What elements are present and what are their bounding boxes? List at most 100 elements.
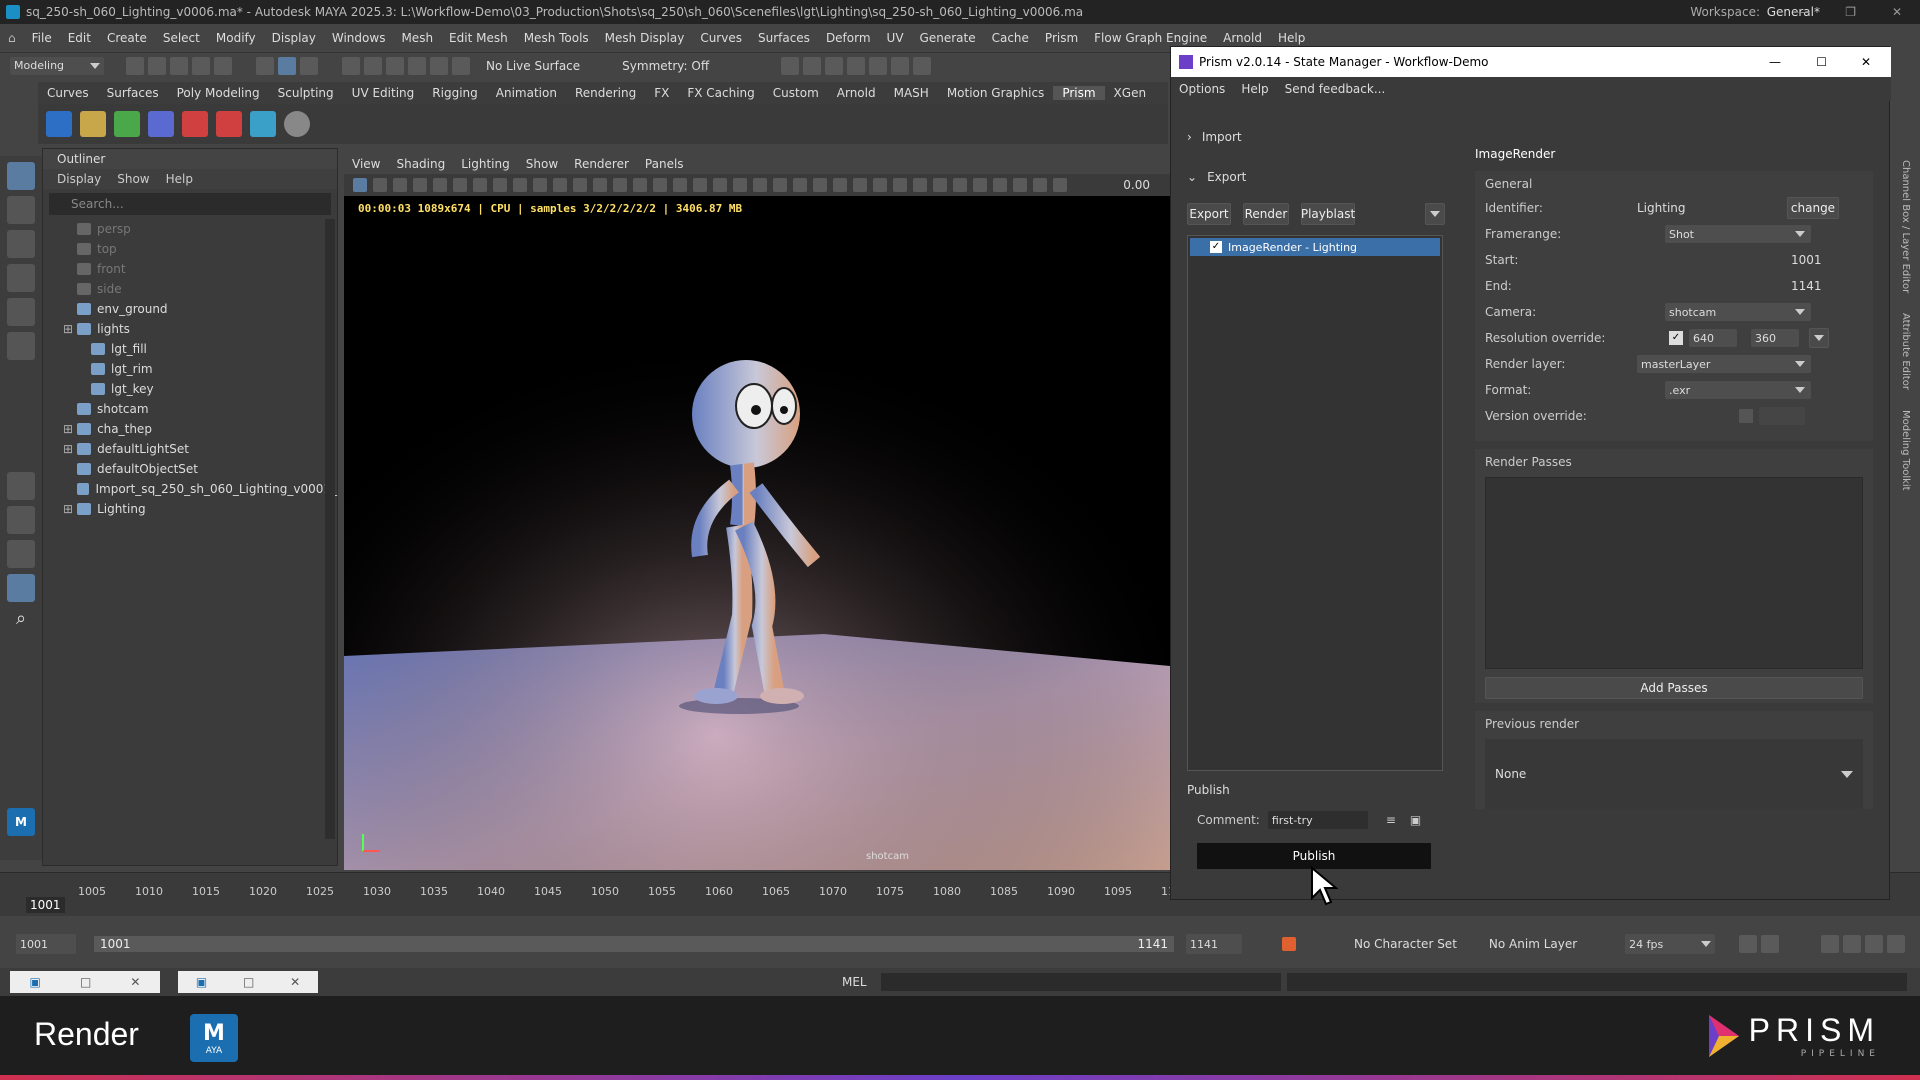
viewport-tool-icon[interactable]	[953, 178, 967, 192]
comment-input[interactable]: first-try	[1267, 811, 1368, 829]
paint-select-icon[interactable]	[7, 230, 35, 258]
render-settings-icon[interactable]	[781, 56, 800, 75]
viewport-tool-icon[interactable]	[613, 178, 627, 192]
viewport-tool-icon[interactable]	[493, 178, 507, 192]
ipr-render-icon[interactable]	[825, 56, 844, 75]
menu-item[interactable]: Flow Graph Engine	[1094, 31, 1207, 45]
workspace-value[interactable]: General*	[1767, 5, 1820, 19]
expand-icon[interactable]: ⊞	[63, 442, 73, 456]
mel-label[interactable]: MEL	[842, 975, 867, 989]
viewport-tool-icon[interactable]	[593, 178, 607, 192]
viewport-tool-icon[interactable]	[393, 178, 407, 192]
home-icon[interactable]: ⌂	[8, 31, 16, 45]
menu-item[interactable]: File	[32, 31, 52, 45]
shelf-tab[interactable]: FX Caching	[678, 86, 763, 100]
viewport-tool-icon[interactable]	[713, 178, 727, 192]
move-tool-icon[interactable]	[7, 264, 35, 292]
prism-settings-icon[interactable]	[284, 111, 310, 137]
menu-item[interactable]: UV	[887, 31, 904, 45]
layout-outliner-icon[interactable]	[7, 574, 35, 602]
outliner-item[interactable]: ⊞ Lighting	[43, 499, 337, 519]
range-start-field[interactable]: 1001	[16, 934, 76, 954]
prism-import-icon[interactable]	[148, 111, 174, 137]
prism-save-icon[interactable]	[46, 111, 72, 137]
menu-item[interactable]: Cache	[992, 31, 1029, 45]
viewport-tool-icon[interactable]	[1013, 178, 1027, 192]
character-set[interactable]: No Character Set	[1354, 937, 1457, 951]
viewport-tool-icon[interactable]	[973, 178, 987, 192]
outliner-menu-item[interactable]: Show	[117, 172, 149, 186]
menu-item[interactable]: Deform	[826, 31, 871, 45]
shelf-tab[interactable]: Prism	[1053, 86, 1105, 100]
menu-item[interactable]: Arnold	[1223, 31, 1262, 45]
close-icon[interactable]: ✕	[130, 975, 140, 989]
rotate-tool-icon[interactable]	[7, 298, 35, 326]
import-section[interactable]: › Import	[1187, 125, 1447, 149]
viewport-tool-icon[interactable]	[453, 178, 467, 192]
select-object-icon[interactable]	[278, 56, 296, 75]
viewport-tool-icon[interactable]	[573, 178, 587, 192]
fps-select[interactable]: 24 fps	[1625, 934, 1716, 954]
restore-icon[interactable]: □	[243, 975, 254, 989]
pause-icon[interactable]	[913, 56, 932, 75]
outliner-item[interactable]: ⊞ defaultLightSet	[43, 439, 337, 459]
layout-two-icon[interactable]	[7, 540, 35, 568]
menu-item[interactable]: Create	[107, 31, 147, 45]
viewport-tool-icon[interactable]	[653, 178, 667, 192]
anim-layer[interactable]: No Anim Layer	[1489, 937, 1577, 951]
playback-speed-icon[interactable]	[1843, 935, 1862, 953]
version-override-checkbox[interactable]	[1739, 409, 1753, 423]
menu-item[interactable]: Mesh	[401, 31, 433, 45]
snap-point-icon[interactable]	[386, 56, 404, 75]
open-scene-icon[interactable]	[148, 56, 166, 75]
scale-tool-icon[interactable]	[7, 332, 35, 360]
outliner-item[interactable]: front	[43, 259, 337, 279]
hypershade-icon[interactable]	[869, 56, 888, 75]
minimized-window-2[interactable]: ▣ □ ✕	[178, 971, 318, 993]
resolution-preset-dropdown[interactable]	[1809, 328, 1829, 348]
viewport-tool-icon[interactable]	[693, 178, 707, 192]
render-button[interactable]: Render	[1243, 203, 1289, 225]
symmetry-label[interactable]: Symmetry: Off	[622, 59, 709, 73]
viewport-tool-icon[interactable]	[413, 178, 427, 192]
resolution-checkbox[interactable]: ✓	[1669, 331, 1683, 345]
outliner-menu-item[interactable]: Help	[166, 172, 193, 186]
shelf-tab[interactable]: Rigging	[423, 86, 486, 100]
more-dropdown[interactable]	[1425, 203, 1445, 225]
maximize-icon[interactable]: ☐	[1816, 55, 1827, 69]
render-frame-icon[interactable]	[803, 56, 822, 75]
outliner-menu-item[interactable]: Display	[57, 172, 101, 186]
exposure-field[interactable]: 0.00	[1123, 178, 1150, 192]
expand-icon[interactable]: ⊞	[63, 422, 73, 436]
shelf-tab[interactable]: Custom	[764, 86, 828, 100]
outliner-item[interactable]: lgt_rim	[43, 359, 337, 379]
snap-grid-icon[interactable]	[342, 56, 360, 75]
state-item[interactable]: ✓ ImageRender - Lighting	[1190, 238, 1440, 256]
menu-item[interactable]: Display	[272, 31, 316, 45]
outliner-item[interactable]: lgt_key	[43, 379, 337, 399]
playblast-button[interactable]: Playblast	[1301, 203, 1355, 225]
viewport-tool-icon[interactable]	[473, 178, 487, 192]
viewport-menu-item[interactable]: Lighting	[461, 157, 510, 171]
auto-key-icon[interactable]	[1282, 937, 1296, 951]
outliner-item[interactable]: ⊞ lights	[43, 319, 337, 339]
expand-icon[interactable]: ⊞	[63, 502, 73, 516]
viewport-render[interactable]: 00:00:03 1089x674 | CPU | samples 3/2/2/…	[344, 196, 1170, 870]
select-tool-icon[interactable]	[7, 162, 35, 190]
search-icon[interactable]: ⌕	[7, 608, 35, 636]
viewport-tool-icon[interactable]	[533, 178, 547, 192]
shelf-tab[interactable]: Curves	[38, 86, 98, 100]
viewport-tool-icon[interactable]	[793, 178, 807, 192]
viewport-tool-icon[interactable]	[513, 178, 527, 192]
close-icon[interactable]: ✕	[1861, 55, 1871, 69]
viewport-tool-icon[interactable]	[673, 178, 687, 192]
redo-icon[interactable]	[214, 56, 232, 75]
snap-view-icon[interactable]	[408, 56, 426, 75]
select-hierarchy-icon[interactable]	[256, 56, 274, 75]
anim-prefs-icon[interactable]	[1887, 935, 1906, 953]
outliner-item[interactable]: Import_sq_250_sh_060_Lighting_v0001_	[43, 479, 337, 499]
viewport-tool-icon[interactable]	[893, 178, 907, 192]
loop-icon[interactable]	[1739, 935, 1758, 953]
shelf-tab[interactable]: Sculpting	[269, 86, 343, 100]
shelf-tab[interactable]: Motion Graphics	[938, 86, 1054, 100]
